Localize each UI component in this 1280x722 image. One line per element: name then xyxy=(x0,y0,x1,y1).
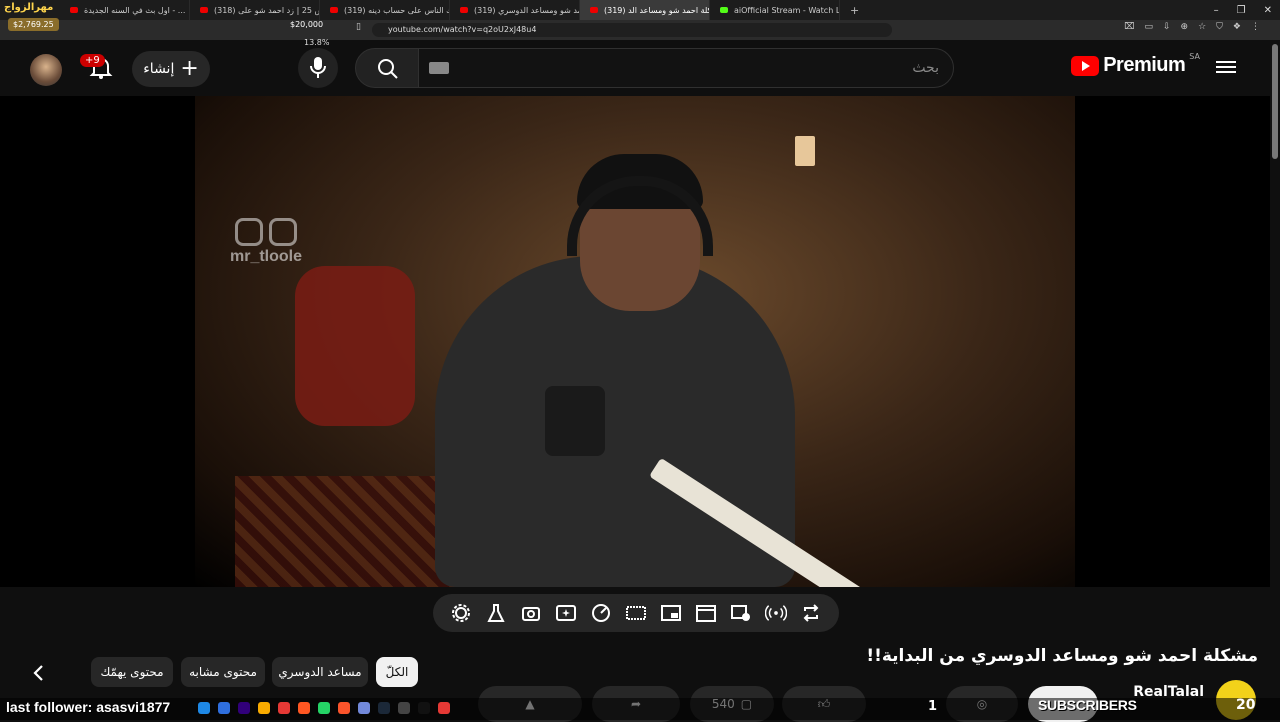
chip-for-you[interactable]: محتوى يهمّك xyxy=(91,657,173,687)
logo-text: Premium xyxy=(1103,54,1186,76)
stream-overlay-percent: 13.8% xyxy=(304,38,330,47)
chevron-left-icon[interactable] xyxy=(28,662,50,684)
country-code: SA xyxy=(1189,52,1200,61)
record-icon[interactable] xyxy=(438,702,450,714)
edge-icon[interactable] xyxy=(198,702,210,714)
minimize-icon[interactable]: – xyxy=(1214,5,1219,16)
terminal-icon[interactable] xyxy=(398,702,410,714)
notification-badge: +9 xyxy=(80,54,105,67)
youtube-premium-logo[interactable]: Premium SA xyxy=(1071,52,1200,77)
star-icon[interactable]: ☆ xyxy=(1198,22,1206,32)
youtube-favicon-icon xyxy=(590,7,598,13)
stream-overlay-price: $2,769.25 xyxy=(8,18,59,31)
create-label: إنشاء xyxy=(143,61,175,77)
browser-tab-active[interactable]: (319) مشكلة احمد شو ومساعد الد...✕ xyxy=(580,0,710,20)
download-icon[interactable]: ⇩ xyxy=(1163,22,1171,32)
stream-overlay-goal: $20,000 xyxy=(290,20,324,29)
settings-gear-icon[interactable] xyxy=(450,602,472,624)
page-scrollbar[interactable] xyxy=(1272,44,1278,159)
close-window-icon[interactable]: ✕ xyxy=(1264,5,1272,16)
video-watermark: mr_tloole xyxy=(230,218,302,266)
steam-icon[interactable] xyxy=(378,702,390,714)
search-box xyxy=(418,48,954,88)
snapchat-icon xyxy=(269,218,297,246)
folder-icon[interactable] xyxy=(258,702,270,714)
account-avatar[interactable] xyxy=(30,54,62,86)
browser-extension-icons: ⌧ ▭ ⇩ ⊕ ☆ ⛉ ❖ ⋮ xyxy=(1124,22,1260,32)
video-tools-toolbar xyxy=(433,594,839,632)
window-controls: – ❐ ✕ xyxy=(1214,0,1272,20)
menu-dots-icon[interactable]: ⋮ xyxy=(1251,22,1260,32)
new-tab-button[interactable]: + xyxy=(840,4,869,17)
zoom-icon[interactable]: ⊕ xyxy=(1181,22,1189,32)
keyboard-icon[interactable] xyxy=(429,62,449,74)
search-input[interactable] xyxy=(419,49,953,87)
watch-later-icon[interactable] xyxy=(730,602,752,624)
youtube-favicon-icon xyxy=(330,7,338,13)
ai-sparkle-icon[interactable] xyxy=(555,602,577,624)
whatsapp-icon[interactable] xyxy=(318,702,330,714)
video-frame xyxy=(195,96,1075,587)
speed-gauge-icon[interactable] xyxy=(590,602,612,624)
youtube-favicon-icon xyxy=(200,7,208,13)
chrome-icon[interactable] xyxy=(278,702,290,714)
clapperboard-icon[interactable] xyxy=(695,602,717,624)
obs-icon[interactable] xyxy=(418,702,430,714)
photoshop-icon[interactable] xyxy=(298,702,310,714)
stream-overlay-title: مهرالزواج xyxy=(4,2,54,13)
bookmark-icon[interactable]: ▯ xyxy=(356,22,361,32)
browser-tab[interactable]: (319) احمد شو ومساعد الدوسري - ...be xyxy=(450,0,580,20)
taskbar-icons xyxy=(198,702,450,714)
cast-icon[interactable]: ▭ xyxy=(1144,22,1153,32)
search-icon xyxy=(378,59,398,79)
browser-tab[interactable]: (319) يضحك الناس على حساب دينه !! xyxy=(320,0,450,20)
instagram-icon xyxy=(235,218,263,246)
subscribers-overlay: SUBSCRIBERS xyxy=(1038,697,1137,713)
youtube-play-icon xyxy=(1071,55,1100,76)
video-lamp xyxy=(795,136,815,166)
shield-icon[interactable]: ⛉ xyxy=(1216,22,1223,32)
create-button[interactable]: إنشاء + xyxy=(132,51,210,87)
youtube-masthead: Premium SA 13.8% إنشاء + +9 xyxy=(0,38,1270,96)
kick-favicon-icon xyxy=(720,7,728,13)
video-player[interactable]: mr_tloole xyxy=(0,96,1270,587)
overlay-count: 1 xyxy=(928,699,938,714)
store-icon[interactable] xyxy=(218,702,230,714)
broadcast-icon[interactable] xyxy=(765,602,788,624)
filmstrip-icon[interactable] xyxy=(625,602,647,624)
browser-tab[interactable]: اول بث في السنه الجديدة - ... xyxy=(60,0,190,20)
chip-musaed[interactable]: مساعد الدوسري xyxy=(272,657,368,687)
search-button[interactable] xyxy=(355,48,419,88)
microphone-icon xyxy=(310,57,326,78)
maximize-icon[interactable]: ❐ xyxy=(1237,5,1246,16)
youtube-favicon-icon xyxy=(460,7,468,13)
plus-icon: + xyxy=(180,56,199,81)
chip-all[interactable]: الكلّ xyxy=(376,657,418,687)
brave-icon[interactable] xyxy=(338,702,350,714)
loop-icon[interactable] xyxy=(800,602,822,624)
video-title: مشكلة احمد شو ومساعد الدوسري من البداية!… xyxy=(866,646,1258,666)
video-microphone xyxy=(545,386,605,456)
voice-search-button[interactable] xyxy=(298,48,338,88)
camera-icon[interactable] xyxy=(520,602,542,624)
hamburger-menu-icon[interactable] xyxy=(1216,58,1236,74)
chip-similar[interactable]: محتوى مشابه xyxy=(181,657,265,687)
browser-tab-bar: اول بث في السنه الجديدة - ... (318) لاعب… xyxy=(0,0,1280,20)
video-red-chair xyxy=(295,266,415,426)
extensions-icon[interactable]: ❖ xyxy=(1233,22,1241,32)
subscribers-count-overlay: 20 xyxy=(1236,697,1256,713)
watermark-text: mr_tloole xyxy=(230,248,303,265)
last-follower-overlay: last follower: asasvi1877 xyxy=(6,699,171,715)
translate-icon[interactable]: ⌧ xyxy=(1124,22,1134,32)
flask-icon[interactable] xyxy=(485,602,507,624)
youtube-favicon-icon xyxy=(70,7,78,13)
browser-tab[interactable]: aiOfficial Stream - Watch Live on Ki... xyxy=(710,0,840,20)
premiere-icon[interactable] xyxy=(238,702,250,714)
picture-in-picture-icon[interactable] xyxy=(660,602,682,624)
discord-icon[interactable] xyxy=(358,702,370,714)
browser-tab[interactable]: (318) لاعبة اكس 25 | زد احمد شو على ... xyxy=(190,0,320,20)
url-field[interactable]: youtube.com/watch?v=q2oU2xJ48u4 xyxy=(372,23,892,37)
